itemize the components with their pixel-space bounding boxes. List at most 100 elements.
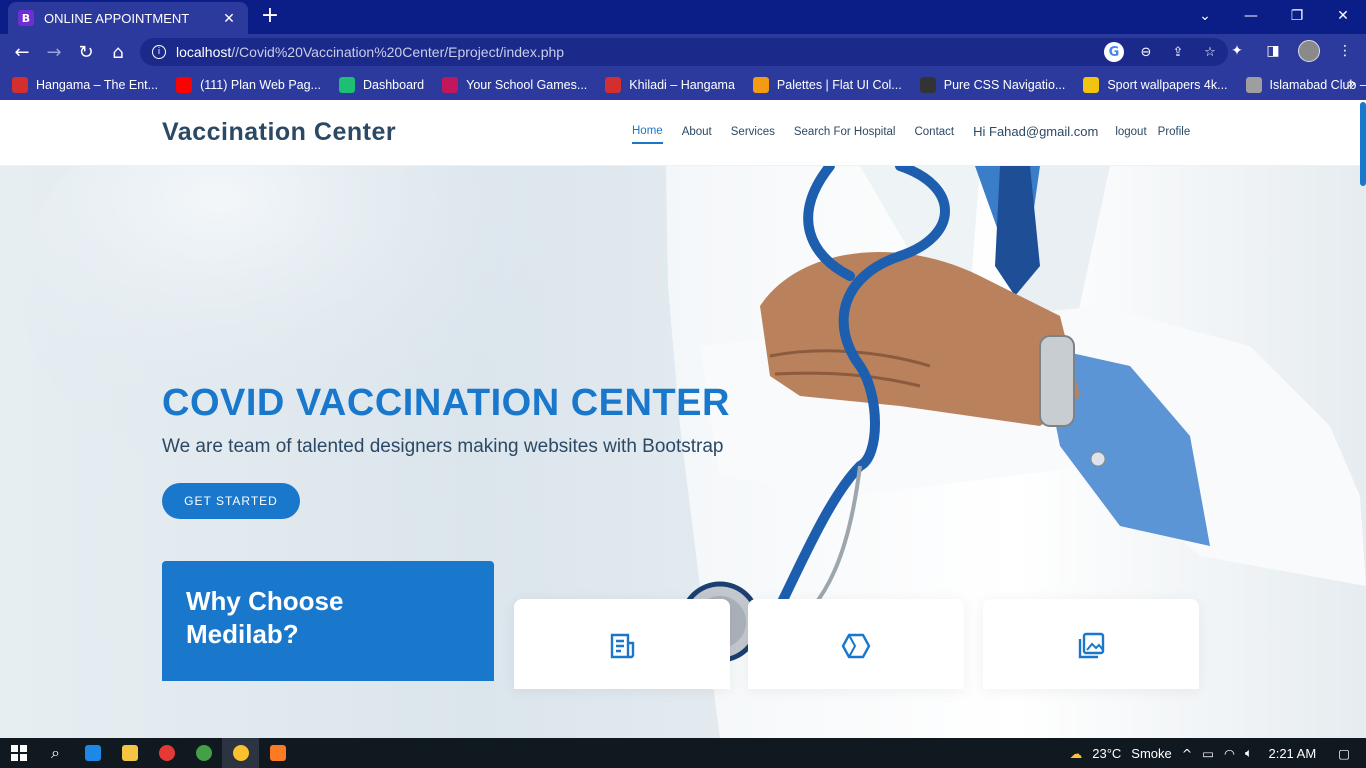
minimize-icon[interactable]: —: [1228, 0, 1274, 32]
bookmark-item[interactable]: Sport wallpapers 4k...: [1083, 77, 1228, 93]
globe-icon: [1245, 77, 1262, 93]
new-tab-icon[interactable]: +: [258, 5, 282, 28]
browser-toolbar: ← → ↻ ⌂ i localhost//Covid%20Vaccination…: [0, 34, 1366, 70]
receipt-icon: [610, 633, 635, 659]
site-info-icon[interactable]: i: [152, 45, 166, 59]
bookmark-item[interactable]: Dashboard: [338, 77, 425, 93]
bookmark-label: Dashboard: [362, 78, 425, 92]
bookmark-label: Palettes | Flat UI Col...: [776, 78, 902, 92]
images-icon: [1078, 632, 1105, 659]
why-choose-box: Why Choose Medilab?: [162, 561, 494, 681]
extensions-icon[interactable]: ✦: [1226, 40, 1248, 62]
bookmark-item[interactable]: (111) Plan Web Pag...: [176, 77, 321, 93]
back-icon[interactable]: ←: [10, 40, 34, 64]
weather-temp[interactable]: 23°C: [1092, 746, 1121, 761]
school-games-icon: [442, 77, 459, 93]
tab-title: ONLINE APPOINTMENT: [44, 10, 190, 26]
hero-title: COVID VACCINATION CENTER: [162, 382, 730, 424]
bookmark-label: Sport wallpapers 4k...: [1107, 78, 1228, 92]
tab-search-icon[interactable]: ⌄: [1182, 0, 1228, 32]
zoom-icon[interactable]: ⊖: [1136, 42, 1156, 62]
profile-avatar-icon[interactable]: [1298, 40, 1320, 62]
vscode-icon: [84, 745, 101, 761]
home-icon[interactable]: ⌂: [106, 40, 130, 64]
more-bookmarks-icon[interactable]: »: [1347, 76, 1356, 92]
start-button[interactable]: [0, 738, 37, 768]
feature-card-2[interactable]: [748, 599, 964, 689]
chevron-up-icon[interactable]: ^: [1182, 746, 1192, 761]
browser-tab[interactable]: B ONLINE APPOINTMENT ✕: [8, 2, 248, 34]
weather-label[interactable]: Smoke: [1131, 746, 1171, 761]
reload-icon[interactable]: ↻: [74, 40, 98, 64]
side-panel-icon[interactable]: ◨: [1262, 40, 1284, 62]
hangama-icon: [12, 77, 28, 93]
taskbar-explorer[interactable]: [111, 738, 148, 768]
windows-logo-icon: [10, 745, 27, 761]
folder-icon: [121, 745, 138, 761]
forward-icon[interactable]: →: [42, 40, 66, 64]
volume-icon[interactable]: 🔈︎: [1245, 745, 1253, 761]
bookmark-item[interactable]: Pure CSS Navigatio...: [919, 77, 1066, 93]
restore-icon[interactable]: ❐: [1274, 0, 1320, 32]
bookmark-label: Pure CSS Navigatio...: [943, 78, 1066, 92]
tab-favicon-icon: B: [18, 10, 34, 26]
bookmark-item[interactable]: Hangama – The Ent...: [12, 77, 158, 93]
feature-card-3[interactable]: [983, 599, 1199, 689]
taskbar-xampp[interactable]: [259, 738, 296, 768]
site-logo[interactable]: Vaccination Center: [162, 118, 396, 147]
battery-icon[interactable]: ▭: [1202, 746, 1214, 761]
main-nav: Home About Services Search For Hospital …: [632, 124, 1209, 145]
youtube-icon: [176, 77, 193, 93]
close-tab-icon[interactable]: ✕: [220, 9, 238, 27]
cube-icon: [841, 633, 871, 659]
nav-profile[interactable]: Profile: [1158, 126, 1191, 144]
search-icon: ⌕: [51, 743, 60, 762]
bookmark-label: (111) Plan Web Pag...: [200, 78, 321, 92]
nav-logout[interactable]: logout: [1115, 126, 1146, 144]
hero-subtitle: We are team of talented designers making…: [162, 436, 724, 457]
get-started-button[interactable]: GET STARTED: [162, 483, 300, 519]
feature-card-1[interactable]: [514, 599, 730, 689]
site-header: Vaccination Center Home About Services S…: [0, 102, 1366, 166]
share-icon[interactable]: ⇪: [1168, 42, 1188, 62]
taskbar-chrome-1[interactable]: [148, 738, 185, 768]
url-path: //Covid%20Vaccination%20Center/Eproject/…: [231, 44, 565, 60]
flatui-icon: [752, 77, 769, 93]
notifications-icon[interactable]: ▢: [1338, 746, 1350, 761]
page-scrollbar[interactable]: [1360, 102, 1366, 186]
address-bar[interactable]: i localhost//Covid%20Vaccination%20Cente…: [140, 38, 1228, 66]
window-controls: ⌄ — ❐ ✕: [1182, 0, 1366, 32]
weather-icon[interactable]: ☁: [1070, 746, 1083, 761]
css-icon: [919, 77, 936, 93]
nav-about[interactable]: About: [682, 126, 712, 144]
bookmark-label: Your School Games...: [466, 78, 588, 92]
google-icon[interactable]: G: [1104, 42, 1124, 62]
taskbar-vscode[interactable]: [74, 738, 111, 768]
nav-contact[interactable]: Contact: [914, 126, 954, 144]
bookmark-item[interactable]: Khiladi – Hangama: [605, 77, 735, 93]
browser-tab-bar: B ONLINE APPOINTMENT ✕ + ⌄ — ❐ ✕: [0, 0, 1366, 34]
nav-home[interactable]: Home: [632, 125, 663, 144]
hangama-icon: [605, 77, 622, 93]
taskbar-search[interactable]: ⌕: [37, 738, 74, 768]
taskbar-chrome-2[interactable]: [185, 738, 222, 768]
clock[interactable]: 2:21 AM: [1268, 746, 1316, 761]
nav-search-hospital[interactable]: Search For Hospital: [794, 126, 896, 144]
system-tray: ☁ 23°C Smoke ^ ▭ ◠ 🔈︎ 2:21 AM ▢: [1070, 738, 1366, 768]
why-title-line2: Medilab?: [186, 619, 299, 649]
bookmark-star-icon[interactable]: ☆: [1200, 42, 1220, 62]
taskbar-chrome-active[interactable]: [222, 738, 259, 768]
chrome-icon: [195, 745, 212, 761]
url-host: localhost: [176, 44, 232, 60]
xampp-icon: [269, 745, 286, 761]
bookmark-label: Hangama – The Ent...: [36, 78, 159, 92]
wifi-icon[interactable]: ◠: [1224, 746, 1235, 761]
chrome-icon: [232, 745, 249, 761]
close-window-icon[interactable]: ✕: [1320, 0, 1366, 32]
chrome-icon: [158, 745, 175, 761]
menu-kebab-icon[interactable]: ⋮: [1334, 40, 1356, 62]
bookmark-item[interactable]: Palettes | Flat UI Col...: [752, 77, 902, 93]
wallpaper-icon: [1083, 77, 1100, 93]
nav-services[interactable]: Services: [731, 126, 775, 144]
bookmark-item[interactable]: Your School Games...: [442, 77, 587, 93]
